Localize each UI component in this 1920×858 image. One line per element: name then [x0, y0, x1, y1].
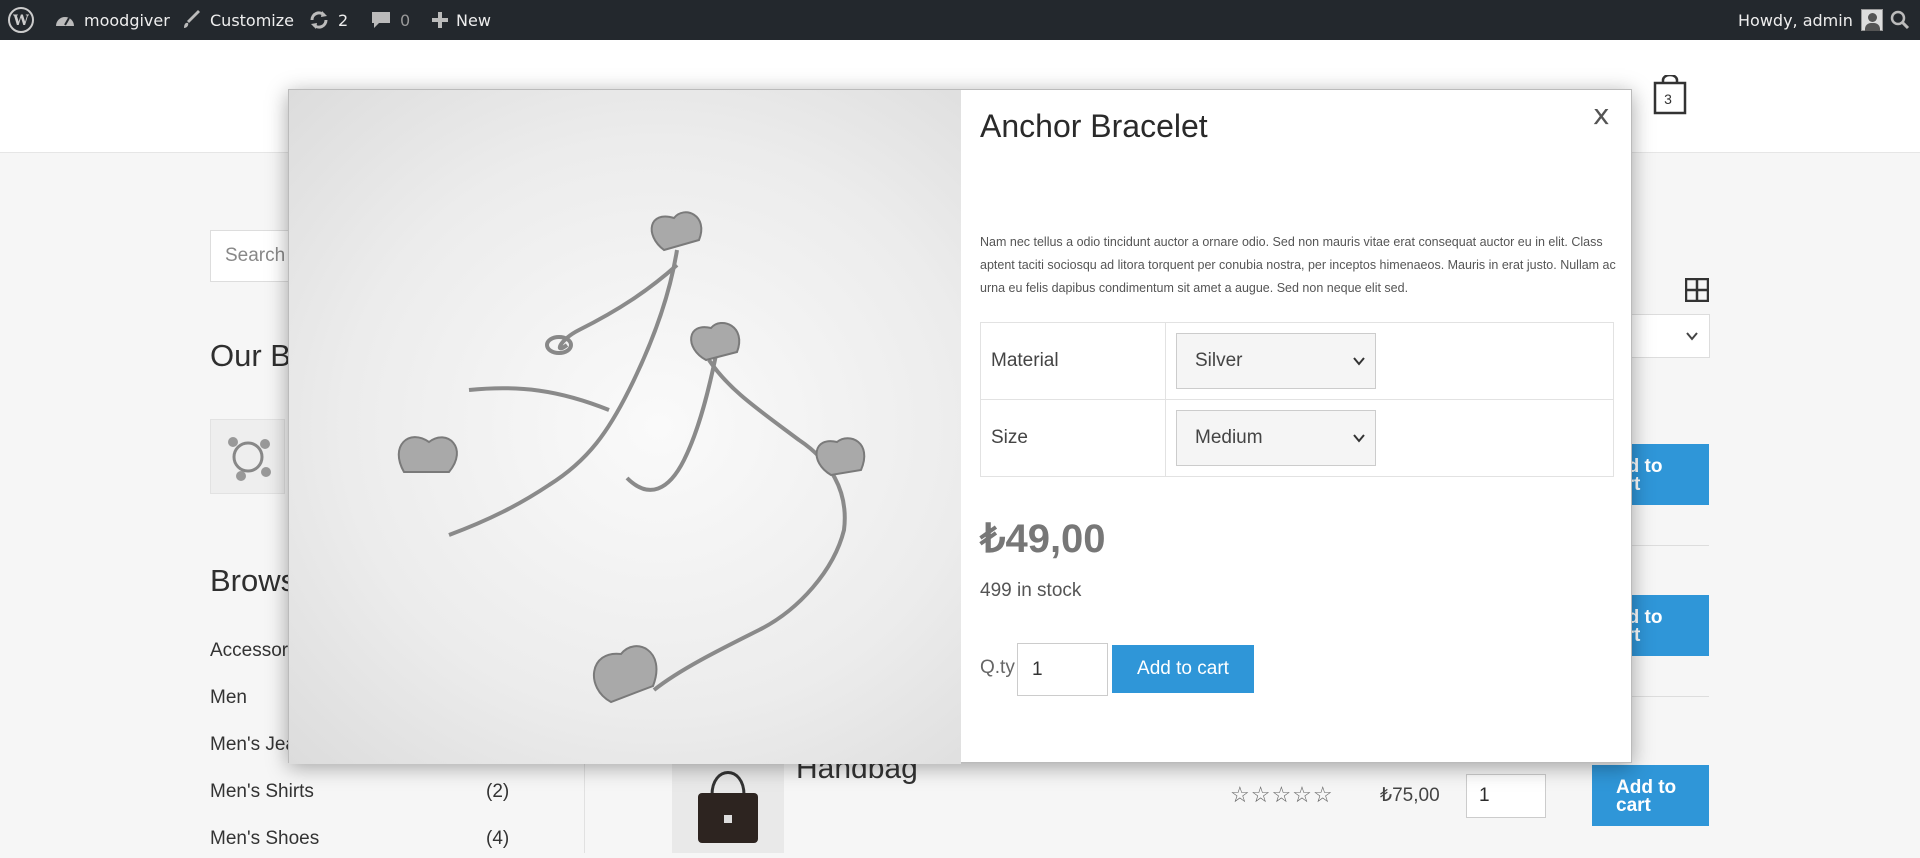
material-value: Silver [1195, 350, 1243, 371]
wordpress-logo-icon[interactable]: W [8, 0, 34, 40]
variation-cell: Silver [1165, 322, 1614, 400]
product-price: ₺75,00 [1380, 785, 1440, 806]
variation-row: Size Medium [980, 399, 1614, 477]
variation-row: Material Silver [980, 322, 1614, 400]
category-link[interactable]: Men [210, 687, 247, 709]
rating-stars: ☆☆☆☆☆ [1230, 782, 1334, 807]
search-icon[interactable] [1890, 0, 1910, 40]
product-price: ₺49,00 [980, 517, 1106, 561]
customize-label: Customize [210, 10, 294, 30]
plus-icon [432, 12, 448, 28]
site-name: moodgiver [84, 10, 170, 30]
quantity-input[interactable] [1017, 643, 1108, 696]
brand-thumbnail[interactable] [210, 419, 285, 494]
svg-text:W: W [12, 13, 29, 29]
new-label: New [456, 10, 491, 30]
size-value: Medium [1195, 427, 1263, 448]
customize-link[interactable]: Customize [182, 0, 294, 40]
chevron-down-icon [1353, 434, 1365, 443]
category-link[interactable]: Men's Shoes [210, 828, 319, 850]
browse-widget-title: Brows [210, 563, 297, 598]
updates-count: 2 [338, 10, 349, 30]
product-description: Nam nec tellus a odio tincidunt auctor a… [980, 235, 1616, 295]
brands-widget-title: Our B [210, 338, 291, 373]
category-link[interactable]: Men's Jea [210, 734, 296, 756]
variation-label: Size [980, 399, 1166, 477]
size-select[interactable]: Medium [1176, 410, 1376, 466]
category-link[interactable]: Men's Shirts [210, 781, 314, 803]
avatar [1860, 9, 1883, 31]
cart-count: 3 [1664, 91, 1672, 107]
variation-cell: Medium [1165, 399, 1614, 477]
grid-view-icon[interactable] [1684, 277, 1710, 307]
close-icon[interactable]: x [1593, 98, 1610, 131]
category-count: (4) [486, 828, 510, 849]
dashboard-icon [56, 17, 74, 26]
quick-view-modal: x Anchor Bracelet Nam nec tellus a odio … [288, 89, 1632, 764]
updates-icon [310, 11, 328, 29]
add-to-cart-button[interactable]: Add to cart [1112, 645, 1254, 693]
howdy-label: Howdy, admin [1738, 10, 1853, 30]
product-image [289, 90, 961, 764]
chevron-down-icon [1686, 332, 1698, 341]
variations-table: Material Silver Size Medium [980, 322, 1614, 477]
category-link[interactable]: Accessori [210, 640, 292, 662]
updates-link[interactable]: 2 [308, 0, 348, 40]
material-select[interactable]: Silver [1176, 333, 1376, 389]
variation-label: Material [980, 322, 1166, 400]
add-to-cart-button[interactable]: Add to cart [1592, 765, 1709, 826]
product-title: Anchor Bracelet [980, 108, 1208, 144]
handbag-image[interactable] [672, 755, 784, 853]
comments-count: 0 [400, 10, 411, 30]
new-link[interactable]: New [432, 0, 491, 40]
category-count: (2) [486, 781, 510, 802]
admin-bar: W moodgiver Customize 2 0 New Howdy, adm… [0, 0, 1920, 40]
chevron-down-icon [1353, 357, 1365, 366]
brush-icon [184, 10, 200, 28]
comments-link[interactable]: 0 [370, 0, 410, 40]
quantity-input[interactable]: 1 [1466, 774, 1546, 818]
comment-icon [372, 12, 390, 28]
account-menu[interactable]: Howdy, admin [1738, 0, 1883, 40]
quantity-label: Q.ty [980, 657, 1015, 678]
cart-button[interactable]: 3 [1652, 73, 1692, 119]
site-name-link[interactable]: moodgiver [54, 0, 170, 40]
stock-status: 499 in stock [980, 580, 1082, 601]
